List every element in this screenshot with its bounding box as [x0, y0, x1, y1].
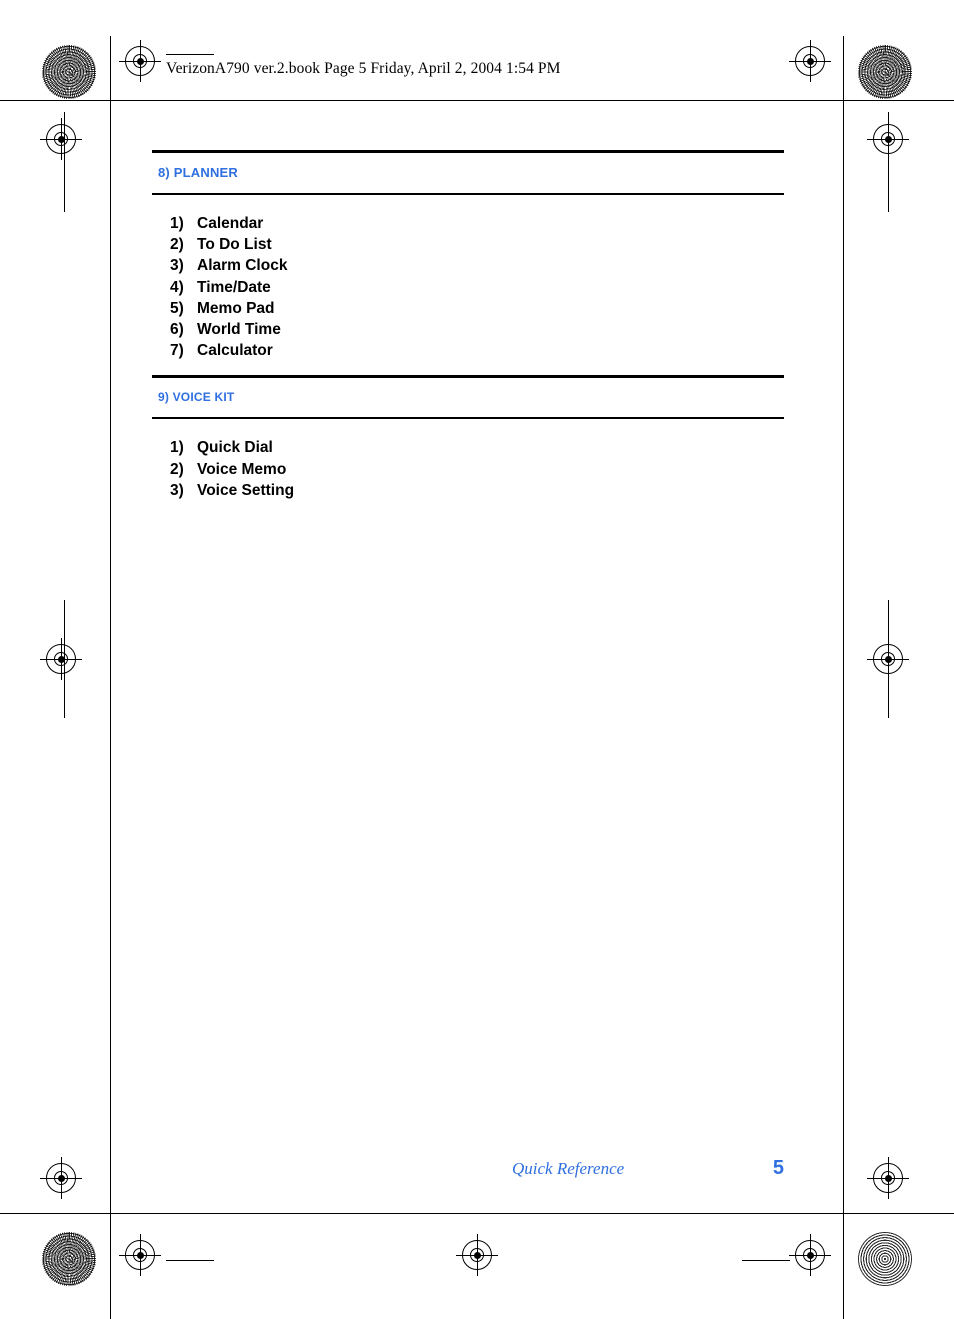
list-item-number: 1)	[170, 215, 184, 232]
list-item-number: 3)	[170, 257, 184, 275]
registration-mark-left-lower	[40, 1157, 82, 1199]
list-item-number: 7)	[170, 342, 184, 360]
registration-mark-left-upper	[40, 118, 82, 160]
crop-line-right-vertical	[843, 36, 844, 1319]
list-item-label: Voice Memo	[197, 460, 287, 478]
section-title-planner: 8) PLANNER	[158, 165, 239, 180]
page-content: 8) PLANNER 1) Calendar 2) To Do List 3) Ala…	[152, 150, 784, 515]
registration-mark-right-middle	[867, 638, 909, 680]
registration-mark-bottom-left	[119, 1234, 161, 1276]
footer-section-label: Quick Reference	[512, 1159, 625, 1178]
list-item-number: 5)	[170, 299, 184, 317]
registration-mark-right-lower	[867, 1157, 909, 1199]
crop-line-bottom-left-horizontal	[166, 1260, 214, 1261]
crop-line-bottom-right-horizontal	[742, 1260, 790, 1261]
list-item-number: 2)	[170, 236, 184, 254]
crop-line-top-left-horizontal	[166, 54, 214, 55]
registration-mark-top-left	[119, 40, 161, 82]
list-item-number: 1)	[170, 439, 184, 457]
list-item-number: 4)	[170, 278, 184, 296]
list-item[interactable]: 5) Memo Pad	[170, 298, 784, 319]
registration-mark-bottom-center	[456, 1234, 498, 1276]
voice-kit-menu-list: 1) Quick Dial 2) Voice Memo 3) Voice Settin…	[152, 437, 784, 501]
list-item[interactable]: 3) Alarm Clock	[170, 255, 784, 276]
page-number: 5	[772, 1157, 784, 1179]
list-item-label: Quick Dial	[197, 439, 273, 457]
list-item[interactable]: 4) Time/Date	[170, 277, 784, 298]
registration-mark-right-upper	[867, 118, 909, 160]
color-rosette-top-left	[42, 45, 96, 99]
list-item[interactable]: 6) World Time	[170, 319, 784, 340]
list-item-number: 2)	[170, 460, 184, 478]
registration-mark-top-right	[789, 40, 831, 82]
list-item-label: Alarm Clock	[197, 257, 288, 275]
list-item[interactable]: 2) Voice Memo	[170, 459, 784, 480]
registration-mark-left-middle	[40, 638, 82, 680]
book-file-header: VerizonA790 ver.2.book Page 5 Friday, Ap…	[166, 60, 561, 77]
list-item[interactable]: 2) To Do List	[170, 234, 784, 255]
list-item[interactable]: 3) Voice Setting	[170, 480, 784, 501]
color-rosette-bottom-left	[42, 1232, 96, 1286]
section-rule-under-planner-title	[152, 193, 784, 195]
list-item-label: Voice Setting	[197, 481, 295, 499]
color-rosette-top-right	[858, 45, 912, 99]
list-item[interactable]: 1) Quick Dial	[170, 437, 784, 458]
crop-line-top-horizontal	[0, 100, 954, 101]
section-rule-middle	[152, 375, 784, 379]
section-title-voice-kit: 9) VOICE KIT	[158, 390, 235, 405]
list-item[interactable]: 7) Calculator	[170, 340, 784, 361]
list-item-label: Memo Pad	[197, 299, 275, 317]
list-item-label: To Do List	[197, 236, 272, 254]
registration-mark-bottom-right	[789, 1234, 831, 1276]
section-rule-top	[152, 150, 784, 153]
list-item-number: 6)	[170, 321, 184, 339]
crop-line-bottom-horizontal	[0, 1213, 954, 1214]
planner-menu-list: 1) Calendar 2) To Do List 3) Alarm Clock 4)…	[152, 213, 784, 361]
list-item[interactable]: 1) Calendar	[170, 213, 784, 234]
list-item-label: World Time	[197, 321, 281, 339]
color-rosette-bottom-right	[858, 1232, 912, 1286]
list-item-label: Calendar	[197, 215, 264, 232]
list-item-label: Calculator	[197, 342, 273, 360]
list-item-number: 3)	[170, 481, 184, 499]
list-item-label: Time/Date	[197, 278, 271, 296]
section-rule-under-voicekit-title	[152, 417, 784, 420]
crop-line-left-vertical	[110, 36, 111, 1319]
